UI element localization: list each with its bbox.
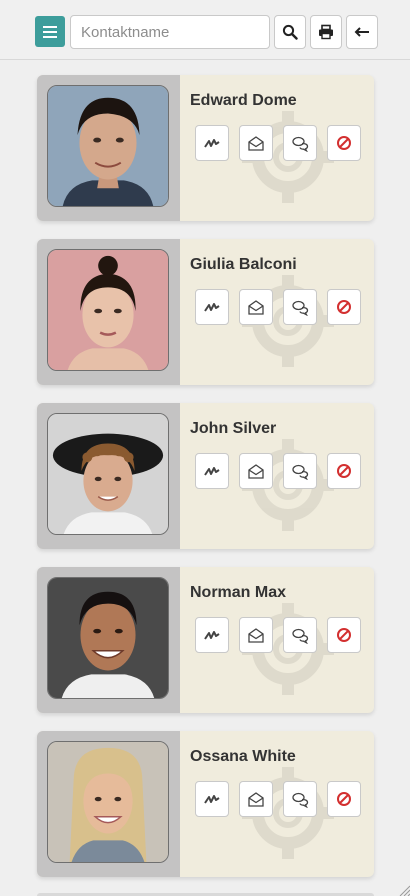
contact-search-input[interactable] [70,15,270,49]
print-button[interactable] [310,15,342,49]
contact-actions [195,125,361,161]
block-button[interactable] [327,289,361,325]
contact-photo-panel [37,239,180,385]
block-button[interactable] [327,453,361,489]
chat-bubbles-icon [292,300,309,316]
block-button[interactable] [327,125,361,161]
contact-avatar [47,741,169,863]
contact-photo-panel [37,567,180,713]
hamburger-icon [43,25,57,38]
block-icon [337,792,351,806]
contact-card[interactable]: Edward Dome [37,75,374,221]
block-icon [337,628,351,642]
back-button[interactable] [346,15,378,49]
contact-avatar [47,413,169,535]
message-button[interactable] [239,781,273,817]
menu-button[interactable] [35,16,65,47]
contact-photo-panel [37,731,180,877]
contact-info-panel: John Silver [180,403,374,549]
chat-bubbles-icon [292,136,309,152]
contact-photo-panel [37,403,180,549]
message-button[interactable] [239,289,273,325]
contact-card[interactable]: Norman Max [37,567,374,713]
message-button[interactable] [239,453,273,489]
resize-grip-icon[interactable] [398,884,410,896]
envelope-open-icon [248,792,264,807]
contact-name: Norman Max [190,584,287,601]
contact-name: Edward Dome [190,92,297,109]
message-button[interactable] [239,125,273,161]
chat-button[interactable] [283,453,317,489]
printer-icon [319,24,333,40]
chat-button[interactable] [283,289,317,325]
chat-button[interactable] [283,125,317,161]
chat-button[interactable] [283,781,317,817]
block-button[interactable] [327,617,361,653]
activity-icon [204,467,220,476]
activity-icon [204,631,220,640]
contact-card[interactable]: Giulia Balconi [37,239,374,385]
toolbar [0,0,410,60]
contact-actions [195,453,361,489]
block-icon [337,300,351,314]
search-icon [282,24,298,40]
activity-icon [204,795,220,804]
contact-info-panel: Edward Dome [180,75,374,221]
contact-avatar [47,249,169,371]
contact-actions [195,617,361,653]
message-button[interactable] [239,617,273,653]
contact-photo-panel [37,75,180,221]
activity-icon [204,303,220,312]
envelope-open-icon [248,136,264,151]
chat-button[interactable] [283,617,317,653]
contact-name: Giulia Balconi [190,256,297,273]
contact-card[interactable]: John Silver [37,403,374,549]
chat-bubbles-icon [292,628,309,644]
contact-name: John Silver [190,420,277,437]
activity-button[interactable] [195,453,229,489]
contact-info-panel: Ossana White [180,731,374,877]
envelope-open-icon [248,628,264,643]
arrow-left-icon [354,27,369,37]
contact-avatar [47,85,169,207]
contact-card[interactable]: Ossana White [37,731,374,877]
contact-name: Ossana White [190,748,296,765]
activity-button[interactable] [195,781,229,817]
activity-button[interactable] [195,289,229,325]
block-icon [337,136,351,150]
contact-actions [195,781,361,817]
search-button[interactable] [274,15,306,49]
block-icon [337,464,351,478]
envelope-open-icon [248,464,264,479]
activity-icon [204,139,220,148]
contact-actions [195,289,361,325]
contact-info-panel: Giulia Balconi [180,239,374,385]
activity-button[interactable] [195,125,229,161]
envelope-open-icon [248,300,264,315]
chat-bubbles-icon [292,464,309,480]
chat-bubbles-icon [292,792,309,808]
contact-info-panel: Norman Max [180,567,374,713]
contact-avatar [47,577,169,699]
block-button[interactable] [327,781,361,817]
activity-button[interactable] [195,617,229,653]
